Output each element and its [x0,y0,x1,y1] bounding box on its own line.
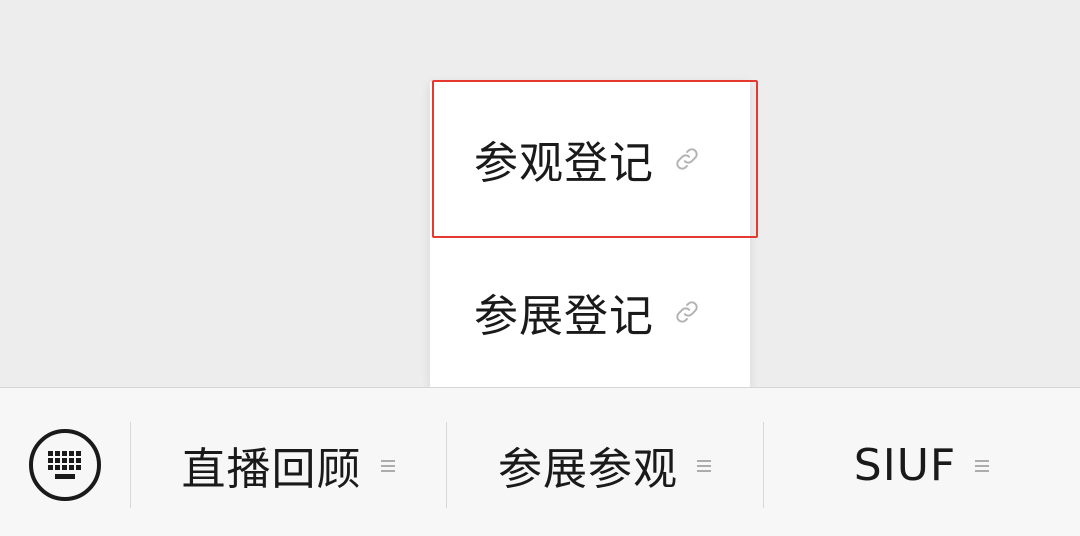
submenu-item-label: 参展登记 [474,291,654,342]
submenu-item-label: 参观登记 [474,138,654,189]
menu-item-label: SIUF [853,439,957,491]
keyboard-toggle-button[interactable] [28,428,102,502]
menu-item-label: 直播回顾 [181,444,362,495]
hamburger-icon [380,458,396,472]
menu-item-siuf[interactable]: SIUF [764,428,1080,502]
link-icon [674,299,700,325]
menu-item-exhibit-visit[interactable]: 参展参观 [447,428,763,502]
keyboard-icon [29,429,101,501]
hamburger-icon [696,458,712,472]
menu-item-live-replay[interactable]: 直播回顾 [131,428,446,502]
link-icon [674,146,700,172]
hamburger-icon [974,458,990,472]
bottom-menu-bar: 直播回顾 参展参观 SIUF [0,387,1080,536]
submenu-item-visitor-registration[interactable]: 参观登记 [430,82,750,236]
menu-item-label: 参展参观 [498,444,678,495]
submenu-item-exhibitor-registration[interactable]: 参展登记 [430,236,750,388]
submenu-popup: 参观登记 参展登记 [430,82,750,388]
